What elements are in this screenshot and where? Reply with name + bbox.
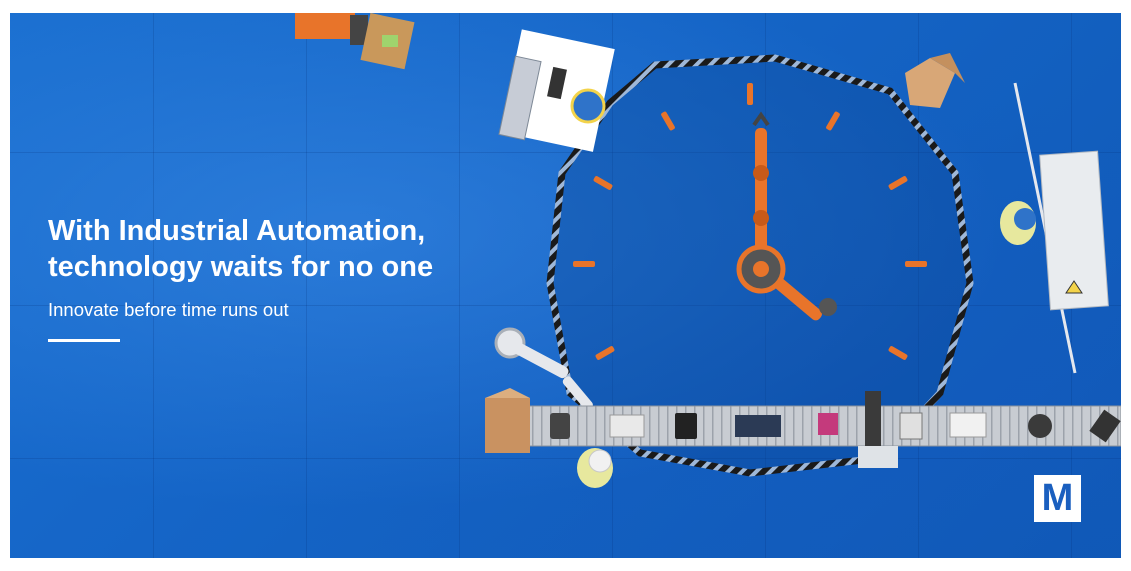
belt-control-box: [858, 446, 898, 468]
product-relay: [609, 414, 645, 438]
hero-banner: With Industrial Automation, technology w…: [10, 13, 1121, 558]
control-panel-station: [1000, 82, 1109, 374]
cardboard-box-belt: [485, 388, 530, 453]
forklift-vehicle: [295, 13, 415, 70]
minute-hand-arm: [755, 128, 767, 263]
product-meter: [899, 412, 923, 440]
product-keypad: [675, 413, 697, 439]
product-motor: [1028, 414, 1052, 438]
worker-hardhat-right: [1014, 208, 1036, 230]
product-module: [949, 412, 987, 438]
product-board: [735, 415, 781, 437]
logo-letter: M: [1041, 477, 1074, 519]
cardboard-box-top: [905, 53, 965, 108]
product-sensor: [550, 413, 570, 439]
mouser-logo: M: [1034, 475, 1081, 522]
product-display: [818, 413, 838, 435]
belt-scanner-gate: [865, 391, 881, 446]
automation-illustration: [295, 13, 1121, 488]
worker-hardhat: [570, 88, 606, 124]
worker-bottom: [577, 448, 613, 488]
